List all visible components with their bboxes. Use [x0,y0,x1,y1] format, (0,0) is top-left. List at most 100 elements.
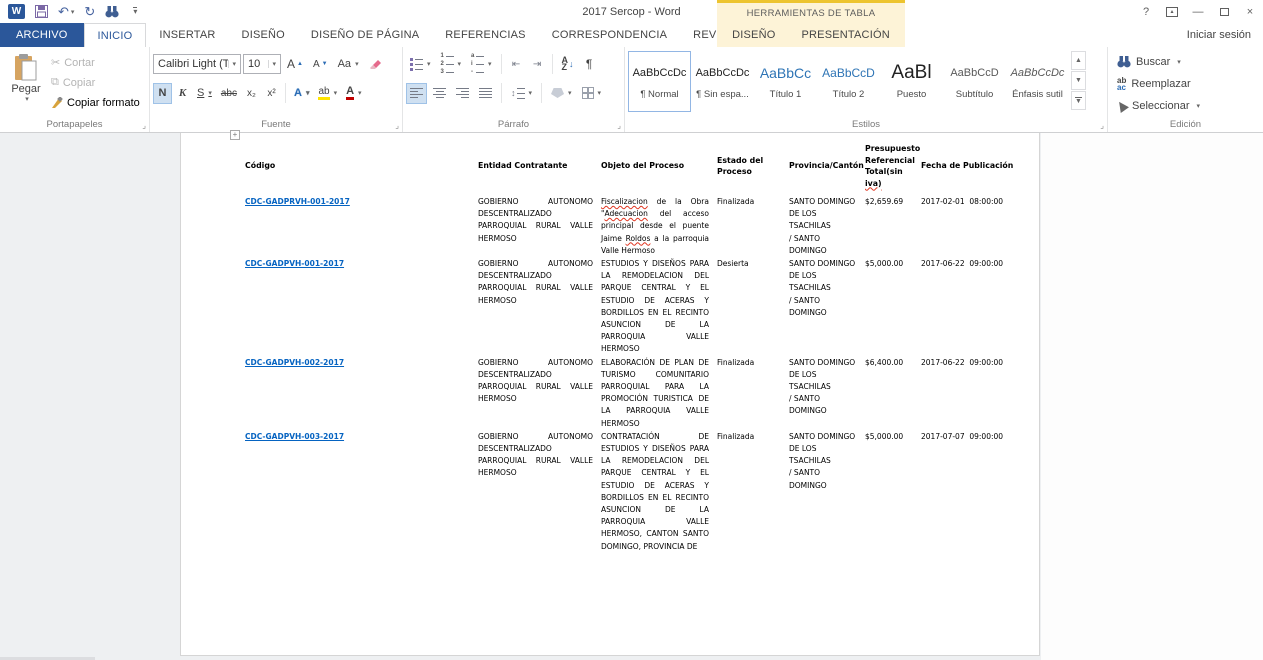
group-portapapeles: Pegar ▾ ✂ Cortar ⧉ Copiar Copiar fo [0,47,150,132]
styles-scroll-down-button[interactable]: ▼ [1071,71,1086,90]
tab-correspondencia[interactable]: CORRESPONDENCIA [539,23,680,47]
cell-presupuesto: $5,000.00 [865,431,921,554]
line-spacing-button[interactable]: ↕ [507,83,536,104]
align-left-button[interactable] [406,83,427,104]
font-color-icon: A [346,86,354,100]
numbering-button[interactable]: 123 [437,54,466,75]
header-objeto: Objeto del Proceso [601,143,717,196]
table-move-handle[interactable]: + [230,130,240,140]
tab-diseno[interactable]: DISEÑO [229,23,298,47]
find-button[interactable]: Buscar [1111,51,1260,73]
replace-button[interactable]: ab ac Reemplazar [1111,73,1260,95]
underline-button[interactable]: S [193,83,216,104]
style-card-puesto[interactable]: AaBl Puesto [880,51,943,112]
style-card-normal[interactable]: AaBbCcDc ¶ Normal [628,51,691,112]
select-label: Seleccionar [1132,100,1189,112]
undo-button[interactable]: ↶ ▾ [58,4,74,20]
text-effects-button[interactable]: A [290,83,313,104]
font-name-dropdown-arrow[interactable]: ▾ [228,60,236,68]
show-marks-button[interactable]: ¶ [580,54,599,75]
fuente-dialog-launcher[interactable]: ⌟ [395,122,399,130]
restore-button[interactable] [1211,1,1237,23]
style-card-sin-espaciado[interactable]: AaBbCcDc ¶ Sin espa... [691,51,754,112]
codigo-link[interactable]: CDC-GADPRVH-001-2017 [245,197,350,206]
font-size-dropdown-arrow[interactable]: ▾ [268,60,276,68]
font-color-button[interactable]: A [342,83,365,104]
highlight-color-button[interactable]: ab [314,83,341,104]
tab-table-diseno[interactable]: DISEÑO [719,23,788,47]
tab-table-presentacion[interactable]: PRESENTACIÓN [788,23,902,47]
align-right-button[interactable] [452,83,473,104]
header-presupuesto: Presupuesto Referencial Total(sin iva) [865,143,921,196]
portapapeles-dialog-launcher[interactable]: ⌟ [142,122,146,130]
clipboard-icon [13,53,39,83]
group-edicion: Buscar ab ac Reemplazar Seleccionar Edic… [1108,47,1263,132]
help-button[interactable]: ? [1133,1,1159,23]
document-page[interactable]: + Código Entidad Contratante Objeto del … [180,133,1040,656]
select-button[interactable]: Seleccionar [1111,95,1260,117]
cell-objeto: Fiscalizacion de la Obra "Adecuacion del… [601,196,717,258]
sign-in-link[interactable]: Iniciar sesión [1187,23,1263,47]
undo-icon: ↶ [58,4,69,20]
increase-indent-button[interactable]: ⇥ [528,54,547,75]
shading-button[interactable] [547,83,576,104]
cell-estado: Desierta [717,258,789,357]
tab-diseno-de-pagina[interactable]: DISEÑO DE PÁGINA [298,23,432,47]
align-center-button[interactable] [429,83,450,104]
justify-button[interactable] [475,83,496,104]
styles-scroll-up-button[interactable]: ▲ [1071,51,1086,70]
parrafo-dialog-launcher[interactable]: ⌟ [617,122,621,130]
codigo-link[interactable]: CDC-GADPVH-001-2017 [245,259,344,268]
save-button[interactable] [35,5,48,18]
find-qat-button[interactable] [105,6,119,18]
codigo-link[interactable]: CDC-GADPVH-003-2017 [245,432,344,441]
tab-insertar[interactable]: INSERTAR [146,23,228,47]
strikethrough-button[interactable]: abc [217,83,241,104]
contextual-tabs: DISEÑO PRESENTACIÓN [717,23,905,47]
subscript-button[interactable]: x₂ [242,83,261,104]
codigo-link[interactable]: CDC-GADPVH-002-2017 [245,358,344,367]
font-name-combo[interactable]: Calibri Light (T ▾ [153,54,241,74]
estilos-dialog-launcher[interactable]: ⌟ [1100,122,1104,130]
cell-objeto: CONTRATACIÓN DE ESTUDIOS Y DISEÑOS PARA … [601,431,717,554]
paragraph-separator-3 [501,83,502,103]
font-size-combo[interactable]: 10 ▾ [243,54,281,74]
style-card-enfasis-sutil[interactable]: AaBbCcDc Énfasis sutil [1006,51,1069,112]
sort-button[interactable]: AZ ↓ [558,54,578,75]
table-row: CDC-GADPVH-002-2017 GOBIERNO AUTONOMO DE… [245,357,1038,431]
grow-font-button[interactable]: A▲ [283,54,307,75]
redo-button[interactable]: ↻ [84,4,95,20]
style-card-titulo-2[interactable]: AaBbCcD Título 2 [817,51,880,112]
style-card-titulo-1[interactable]: AaBbCc Título 1 [754,51,817,112]
ribbon-display-options-button[interactable]: ▴ [1159,1,1185,23]
cut-button[interactable]: ✂ Cortar [49,53,142,72]
paste-dropdown-arrow[interactable]: ▾ [25,95,29,103]
format-painter-icon [51,97,63,109]
minimize-button[interactable]: — [1185,1,1211,23]
save-icon [35,5,48,18]
multilevel-list-icon: ai- [471,53,484,75]
undo-dropdown-arrow[interactable]: ▾ [71,8,75,16]
styles-more-button[interactable]: ▼ [1071,91,1086,110]
tab-inicio[interactable]: INICIO [84,23,147,47]
decrease-indent-button[interactable]: ⇤ [507,54,526,75]
borders-icon [582,87,594,99]
customize-qat-button[interactable]: ▾ [133,7,137,16]
italic-button[interactable]: K [173,83,192,104]
tab-archivo[interactable]: ARCHIVO [0,23,84,47]
bold-button[interactable]: N [153,83,172,104]
font-separator [285,83,286,103]
close-button[interactable]: × [1237,1,1263,23]
bullets-button[interactable] [406,54,435,75]
tab-referencias[interactable]: REFERENCIAS [432,23,538,47]
paste-button[interactable]: Pegar ▾ [3,51,49,113]
format-painter-button[interactable]: Copiar formato [49,93,142,112]
copy-button[interactable]: ⧉ Copiar [49,73,142,92]
shrink-font-button[interactable]: A▼ [309,54,332,75]
clear-formatting-button[interactable] [365,54,386,75]
borders-button[interactable] [578,83,606,104]
style-card-subtitulo[interactable]: AaBbCcD Subtítulo [943,51,1006,112]
superscript-button[interactable]: x² [262,83,281,104]
multilevel-list-button[interactable]: ai- [467,54,496,75]
change-case-button[interactable]: Aa [334,54,363,75]
